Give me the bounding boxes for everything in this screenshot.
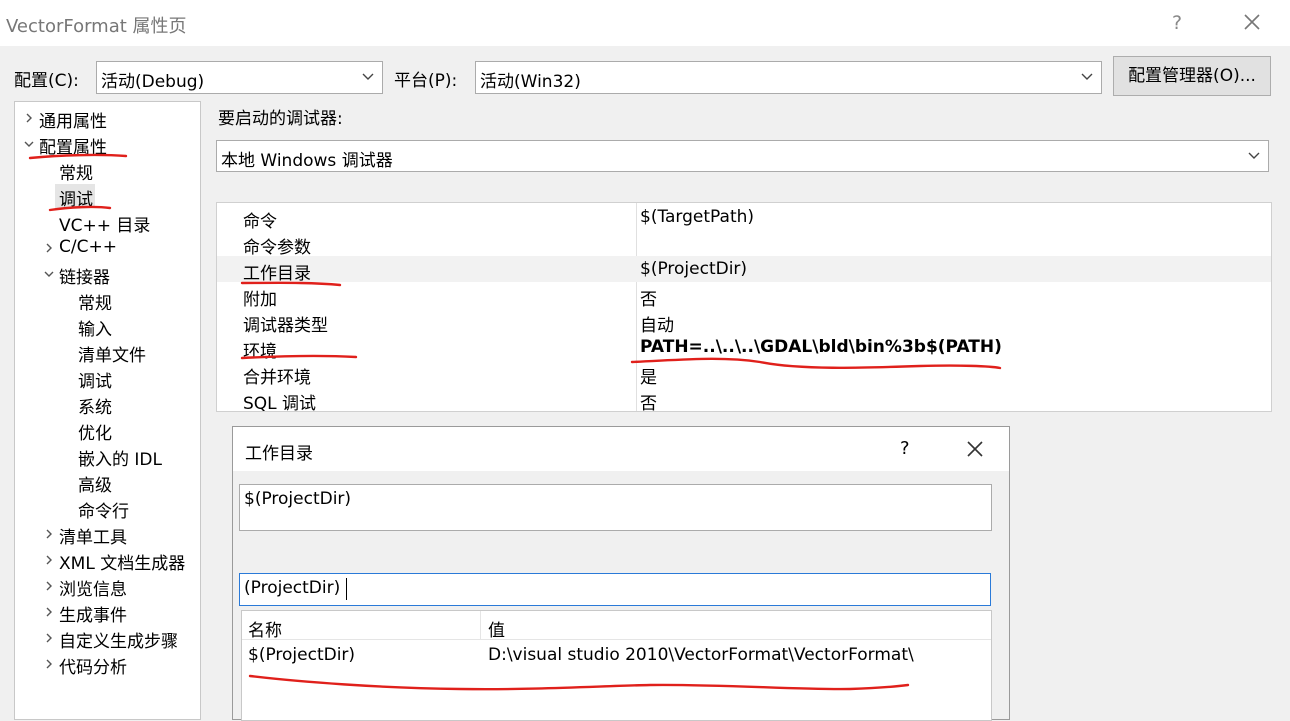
- macro-filter-text: (ProjectDir): [244, 578, 341, 598]
- macro-list-header: 名称 值: [242, 611, 991, 641]
- chevron-right-icon[interactable]: [43, 606, 55, 618]
- close-icon[interactable]: [963, 437, 987, 461]
- chevron-right-icon[interactable]: [43, 580, 55, 592]
- chevron-right-icon[interactable]: [23, 112, 35, 124]
- property-name: 调试器类型: [243, 316, 328, 336]
- property-value: 自动: [640, 316, 674, 336]
- dialog-title: 工作目录: [245, 444, 313, 464]
- working-directory-dialog: 工作目录 ? $(ProjectDir) (ProjectDir) 名称 值 $…: [232, 426, 1010, 721]
- tree-item[interactable]: 优化: [78, 419, 112, 444]
- chevron-down-icon: [1248, 152, 1260, 159]
- platform-select-value: 活动(Win32): [480, 72, 581, 92]
- macro-list: 名称 值 $(ProjectDir) D:\visual studio 2010…: [241, 610, 992, 721]
- property-grid: 命令 $(TargetPath) 命令参数 工作目录 $(ProjectDir) 附加否调…: [216, 202, 1272, 414]
- property-row[interactable]: SQL 调试 否: [217, 386, 1271, 414]
- dialog-help-button[interactable]: ?: [900, 438, 910, 459]
- tree-item[interactable]: 系统: [78, 393, 112, 418]
- chevron-down-icon[interactable]: [43, 268, 55, 280]
- tree-item[interactable]: 链接器: [59, 263, 110, 288]
- debugger-select[interactable]: 本地 Windows 调试器: [216, 140, 1269, 172]
- tree-item[interactable]: 生成事件: [59, 601, 127, 626]
- property-value: 否: [640, 394, 657, 414]
- property-row[interactable]: 环境 PATH=..\..\..\GDAL\bld\bin%3b$(PATH): [217, 334, 1271, 362]
- macro-value: D:\visual studio 2010\VectorFormat\Vecto…: [488, 645, 914, 665]
- config-select[interactable]: 活动(Debug): [96, 61, 383, 94]
- property-row[interactable]: 合并环境 是: [217, 360, 1271, 388]
- tree-item[interactable]: 清单工具: [59, 523, 127, 548]
- tree-item[interactable]: 常规: [78, 289, 112, 314]
- text-caret: [346, 578, 347, 600]
- chevron-right-icon[interactable]: [43, 632, 55, 644]
- close-icon[interactable]: [1238, 8, 1266, 36]
- tree-item[interactable]: 调试: [59, 185, 93, 210]
- tree-item[interactable]: XML 文档生成器: [59, 549, 185, 574]
- chevron-down-icon: [1081, 73, 1093, 80]
- tree-item[interactable]: 配置属性: [39, 133, 107, 158]
- macro-filter-input[interactable]: (ProjectDir): [239, 573, 991, 606]
- property-name: 环境: [243, 342, 277, 362]
- property-row[interactable]: 命令参数: [217, 230, 1271, 258]
- property-name: 合并环境: [243, 368, 311, 388]
- tree-item[interactable]: C/C++: [59, 237, 117, 257]
- chevron-down-icon[interactable]: [23, 138, 35, 150]
- chevron-right-icon[interactable]: [43, 554, 55, 566]
- property-row[interactable]: 附加 否: [217, 282, 1271, 310]
- table-row[interactable]: $(ProjectDir) D:\visual studio 2010\Vect…: [242, 643, 991, 669]
- chevron-down-icon: [362, 73, 374, 80]
- header-divider: [480, 611, 481, 639]
- property-row[interactable]: 调试器类型 自动: [217, 308, 1271, 336]
- config-select-value: 活动(Debug): [101, 72, 205, 92]
- macro-name: $(ProjectDir): [248, 645, 356, 665]
- tree-item[interactable]: 自定义生成步骤: [59, 627, 178, 652]
- property-value: $(ProjectDir): [640, 259, 748, 279]
- title-bar: VectorFormat 属性页 ?: [0, 0, 1290, 46]
- window-title: VectorFormat 属性页: [6, 16, 187, 37]
- property-row[interactable]: 工作目录 $(ProjectDir): [217, 256, 1271, 284]
- tree-item[interactable]: 清单文件: [78, 341, 146, 366]
- value-preview-textarea[interactable]: $(ProjectDir): [239, 484, 992, 531]
- tree-item[interactable]: 通用属性: [39, 107, 107, 132]
- tree-item[interactable]: 命令行: [78, 497, 129, 522]
- property-row[interactable]: 命令 $(TargetPath): [217, 204, 1271, 232]
- help-button[interactable]: ?: [1172, 12, 1182, 34]
- property-value: $(TargetPath): [640, 207, 755, 227]
- chevron-right-icon[interactable]: [43, 242, 55, 254]
- tree-item[interactable]: 嵌入的 IDL: [78, 445, 162, 470]
- tree-item[interactable]: 输入: [78, 315, 112, 340]
- debugger-label: 要启动的调试器:: [218, 109, 343, 129]
- value-preview-text: $(ProjectDir): [244, 489, 352, 509]
- platform-label: 平台(P):: [394, 71, 458, 91]
- property-name: 命令: [243, 212, 277, 232]
- tree-item[interactable]: 常规: [59, 159, 93, 184]
- tree-item[interactable]: 高级: [78, 471, 112, 496]
- chevron-right-icon[interactable]: [43, 528, 55, 540]
- property-name: 工作目录: [243, 264, 311, 284]
- config-manager-button[interactable]: 配置管理器(O)...: [1113, 56, 1271, 96]
- dialog-title-bar: 工作目录 ?: [233, 427, 1009, 471]
- column-header-name[interactable]: 名称: [248, 616, 282, 641]
- property-name: SQL 调试: [243, 394, 317, 414]
- platform-select[interactable]: 活动(Win32): [475, 61, 1102, 94]
- property-value: 是: [640, 368, 657, 388]
- column-header-value[interactable]: 值: [488, 616, 505, 641]
- property-name: 附加: [243, 290, 277, 310]
- property-value: 否: [640, 290, 657, 310]
- property-name: 命令参数: [243, 238, 311, 258]
- property-value: PATH=..\..\..\GDAL\bld\bin%3b$(PATH): [640, 337, 1002, 357]
- tree-item[interactable]: 浏览信息: [59, 575, 127, 600]
- tree-item[interactable]: VC++ 目录: [59, 211, 150, 236]
- config-label: 配置(C):: [14, 71, 79, 91]
- chevron-right-icon[interactable]: [43, 658, 55, 670]
- tree-item[interactable]: 代码分析: [59, 653, 127, 678]
- property-tree: 通用属性 配置属性 常规 调试 VC++ 目录 C/C++ 链接器 常规 输入 清单文件 调试 系统优…: [14, 101, 201, 720]
- debugger-select-value: 本地 Windows 调试器: [221, 151, 393, 171]
- tree-item[interactable]: 调试: [78, 367, 112, 392]
